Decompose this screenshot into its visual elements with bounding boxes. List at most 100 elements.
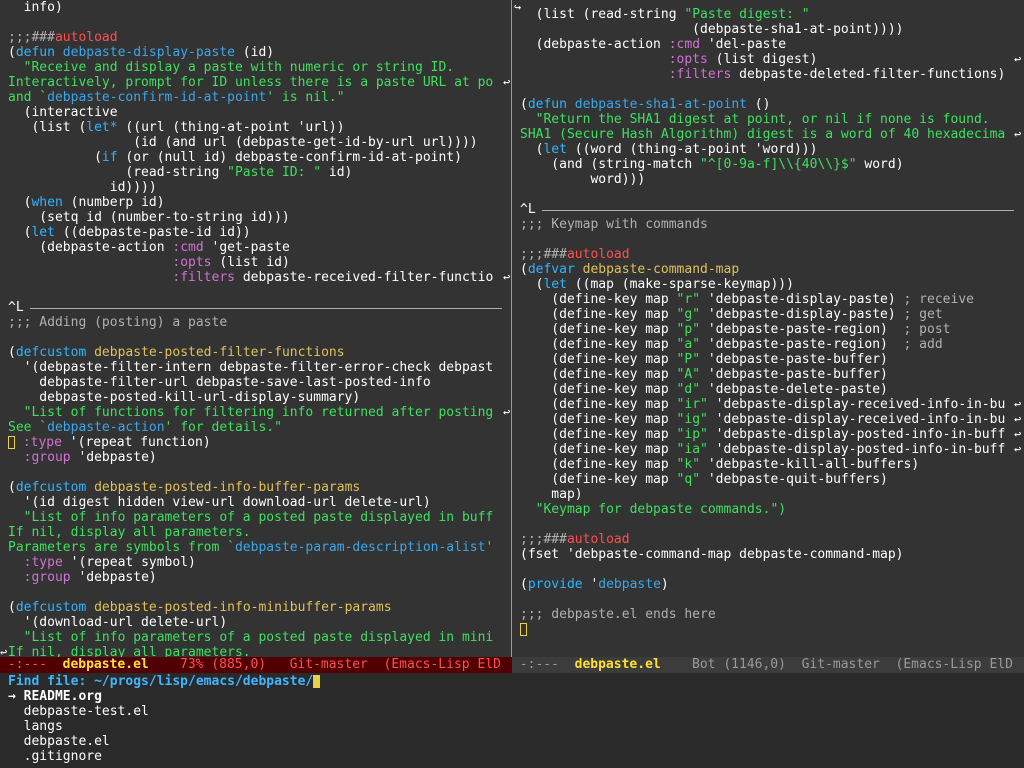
code-line[interactable]: (debpaste-action :cmd 'get-paste xyxy=(8,240,289,255)
code-line[interactable]: (debpaste-action :cmd 'del-paste xyxy=(520,37,786,52)
code-line[interactable]: ^L xyxy=(8,300,24,315)
code-line[interactable]: (when (numberp id) xyxy=(8,195,165,210)
left-editor-pane[interactable]: info) ;;;###autoload (defun debpaste-displ… xyxy=(0,0,512,657)
code-line[interactable]: Parameters are symbols from `debpaste-pa… xyxy=(8,540,493,555)
code-line[interactable]: If nil, display all parameters. xyxy=(8,645,251,657)
code-line[interactable]: "List of info parameters of a posted pas… xyxy=(8,630,494,645)
code-line[interactable]: ;;;###autoload xyxy=(520,247,630,262)
code-line[interactable]: (interactive xyxy=(8,105,118,120)
code-line[interactable]: (list (read-string "Paste digest: " xyxy=(520,7,810,22)
code-line[interactable]: :group 'debpaste) xyxy=(8,450,157,465)
code-token: "ip" xyxy=(676,427,708,442)
code-token: (id (and url (debpaste-get-id-by-url url… xyxy=(8,135,478,150)
code-line[interactable]: word))) xyxy=(520,172,645,187)
code-line[interactable]: debpaste-posted-kill-url-display-summary… xyxy=(8,390,360,405)
code-line[interactable]: SHA1 (Secure Hash Algorithm) digest is a… xyxy=(520,127,1005,142)
code-line[interactable]: (define-key map "ia" 'debpaste-display-p… xyxy=(520,442,1005,457)
mode-line-left[interactable]: -:--- debpaste.el 73% (885,0) Git-master… xyxy=(0,657,512,673)
code-line[interactable]: If nil, display all parameters. xyxy=(8,525,251,540)
code-line[interactable]: '(id digest hidden view-url download-url… xyxy=(8,495,431,510)
completion-item[interactable]: .gitignore xyxy=(8,749,102,764)
code-line[interactable]: '(debpaste-filter-intern debpaste-filter… xyxy=(8,360,494,375)
code-line[interactable]: (define-key map "d" 'debpaste-delete-pas… xyxy=(520,382,888,397)
code-line[interactable]: "Keymap for debpaste commands.") xyxy=(520,502,786,517)
code-line[interactable]: (list (let* ((url (thing-at-point 'url)) xyxy=(8,120,345,135)
code-line[interactable]: (define-key map "ir" 'debpaste-display-r… xyxy=(520,397,1005,412)
code-line[interactable]: "List of functions for filtering info re… xyxy=(8,405,494,420)
code-line[interactable]: :filters debpaste-received-filter-functi… xyxy=(8,270,493,285)
mode-line-buffer-name[interactable]: debpaste.el xyxy=(575,657,661,672)
code-line[interactable]: (id (and url (debpaste-get-id-by-url url… xyxy=(8,135,478,150)
code-token: ( xyxy=(8,150,102,165)
code-line[interactable]: map) xyxy=(520,487,582,502)
code-line[interactable]: "Receive and display a paste with numeri… xyxy=(8,60,454,75)
mode-line-buffer-name[interactable]: debpaste.el xyxy=(63,657,149,672)
code-line[interactable]: (define-key map "q" 'debpaste-quit-buffe… xyxy=(520,472,888,487)
code-token: ' is nil." xyxy=(266,90,345,105)
code-line[interactable]: ^L xyxy=(520,202,536,217)
code-line[interactable]: :type '(repeat function) xyxy=(8,435,211,450)
code-line[interactable]: (defcustom debpaste-posted-info-buffer-p… xyxy=(8,480,360,495)
code-line[interactable]: :group 'debpaste) xyxy=(8,570,157,585)
code-line[interactable]: "Return the SHA1 digest at point, or nil… xyxy=(520,112,990,127)
code-line[interactable]: (let ((debpaste-paste-id id)) xyxy=(8,225,251,240)
minibuffer[interactable]: Find file: ~/progs/lisp/emacs/debpaste/ … xyxy=(0,673,1024,768)
code-line[interactable]: (define-key map "P" 'debpaste-paste-buff… xyxy=(520,352,888,367)
code-token: defun xyxy=(15,45,55,60)
code-line[interactable]: ;;;###autoload xyxy=(520,532,630,547)
completion-item[interactable]: langs xyxy=(8,719,63,734)
find-file-prompt-line[interactable]: Find file: ~/progs/lisp/emacs/debpaste/ xyxy=(8,674,321,689)
code-line[interactable]: ;;; debpaste.el ends here xyxy=(520,607,716,622)
code-line[interactable]: (define-key map "k" 'debpaste-kill-all-b… xyxy=(520,457,919,472)
code-line[interactable]: (provide 'debpaste) xyxy=(520,577,669,592)
code-line[interactable]: debpaste-filter-url debpaste-save-last-p… xyxy=(8,375,430,390)
code-token: 'debpaste-display-paste) xyxy=(700,292,904,307)
code-line[interactable]: (define-key map "A" 'debpaste-paste-buff… xyxy=(520,367,888,382)
code-line[interactable]: "List of info parameters of a posted pas… xyxy=(8,510,494,525)
code-line[interactable]: (setq id (number-to-string id))) xyxy=(8,210,289,225)
right-editor-pane[interactable]: (list (read-string "Paste digest: " (deb… xyxy=(512,0,1024,657)
code-token: ((url (thing-at-point 'url)) xyxy=(117,120,345,135)
find-file-input[interactable]: ~/progs/lisp/emacs/debpaste/ xyxy=(94,674,313,689)
code-line[interactable]: id)))) xyxy=(8,180,157,195)
code-line[interactable]: (define-key map "p" 'debpaste-paste-regi… xyxy=(520,322,950,337)
code-line[interactable]: and `debpaste-confirm-id-at-point' is ni… xyxy=(8,90,345,105)
code-line[interactable]: ;;;###autoload xyxy=(8,30,118,45)
code-line[interactable]: (and (string-match "^[0-9a-f]\\{40\\}$" … xyxy=(520,157,903,172)
code-line[interactable]: (defun debpaste-display-paste (id) xyxy=(8,45,274,60)
code-line[interactable]: (let ((map (make-sparse-keymap))) xyxy=(520,277,794,292)
code-line[interactable]: (debpaste-sha1-at-point)))) xyxy=(520,22,903,37)
code-line[interactable]: See `debpaste-action' for details." xyxy=(8,420,282,435)
code-token: ( xyxy=(8,600,16,615)
code-line[interactable]: (let ((word (thing-at-point 'word))) xyxy=(520,142,818,157)
code-line[interactable]: '(download-url delete-url) xyxy=(8,615,228,630)
completion-item[interactable]: debpaste.el xyxy=(8,734,110,749)
code-line[interactable]: (define-key map "ig" 'debpaste-display-r… xyxy=(520,412,1005,427)
code-line[interactable]: (fset 'debpaste-command-map debpaste-com… xyxy=(520,547,904,562)
code-line[interactable]: (define-key map "a" 'debpaste-paste-regi… xyxy=(520,337,942,352)
code-line[interactable]: :type '(repeat symbol) xyxy=(8,555,196,570)
code-line[interactable]: ;;; Keymap with commands xyxy=(520,217,708,232)
code-line[interactable]: :opts (list id) xyxy=(8,255,289,270)
mode-line-right[interactable]: -:--- debpaste.el Bot (1146,0) Git-maste… xyxy=(512,657,1024,673)
code-line[interactable]: info) xyxy=(8,0,63,15)
code-line[interactable]: (define-key map "r" 'debpaste-display-pa… xyxy=(520,292,974,307)
code-line[interactable]: (define-key map "g" 'debpaste-display-pa… xyxy=(520,307,942,322)
completion-item[interactable]: → README.org xyxy=(8,689,102,704)
code-token: Interactively, prompt for ID unless ther… xyxy=(8,75,494,90)
code-line[interactable]: :opts (list digest) xyxy=(520,52,818,67)
code-line[interactable]: (defcustom debpaste-posted-filter-functi… xyxy=(8,345,345,360)
code-line[interactable]: (defvar debpaste-command-map xyxy=(520,262,739,277)
code-line[interactable]: (define-key map "ip" 'debpaste-display-p… xyxy=(520,427,1005,442)
code-line[interactable]: (read-string "Paste ID: " id) xyxy=(8,165,352,180)
page-break-marker: ^L xyxy=(520,202,536,217)
code-line[interactable]: (if (or (null id) debpaste-confirm-id-at… xyxy=(8,150,462,165)
code-line[interactable]: (defun debpaste-sha1-at-point () xyxy=(520,97,770,112)
code-line[interactable]: (defcustom debpaste-posted-info-minibuff… xyxy=(8,600,392,615)
completion-item[interactable]: debpaste-test.el xyxy=(8,704,149,719)
code-line[interactable] xyxy=(520,622,527,637)
code-line[interactable]: ;;; Adding (posting) a paste xyxy=(8,315,227,330)
code-line[interactable]: :filters debpaste-deleted-filter-functio… xyxy=(520,67,1006,82)
code-line[interactable]: Interactively, prompt for ID unless ther… xyxy=(8,75,493,90)
